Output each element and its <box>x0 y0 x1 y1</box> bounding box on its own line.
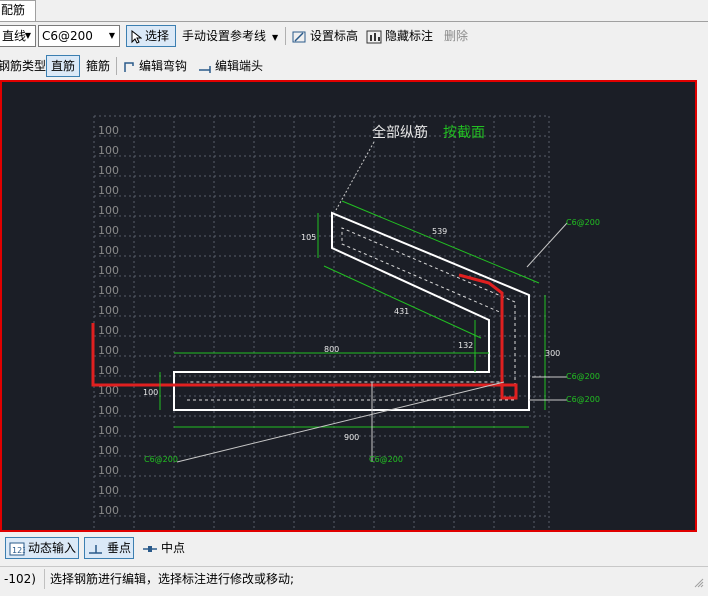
hide-annotation-label: 隐藏标注 <box>385 29 434 43</box>
grid-label: 100 <box>98 324 119 337</box>
drawing-canvas[interactable]: 100 100 100 100 100 100 100 100 100 100 100 100 100 1… <box>0 80 697 532</box>
rebar-type-toolbar: 钢筋类型: 直筋 箍筋 编辑弯钩 编辑端头 <box>0 53 708 79</box>
midpoint-button[interactable]: 中点 <box>139 537 185 559</box>
dim-line-539 <box>341 200 540 284</box>
delete-button[interactable]: 删除 <box>444 25 468 47</box>
end-icon <box>199 65 211 73</box>
rebar-label[interactable]: C6@200 <box>566 218 600 227</box>
perpendicular-button[interactable]: 垂点 <box>84 537 134 559</box>
hide-annotation-icon <box>366 30 382 43</box>
chevron-down-icon: ▼ <box>272 33 279 42</box>
status-divider <box>44 569 45 589</box>
grid-label: 100 <box>98 404 119 417</box>
edit-end-label: 编辑端头 <box>215 59 264 73</box>
grid-label: 100 <box>98 344 119 357</box>
select-button[interactable]: 选择 <box>126 25 176 47</box>
dim-300[interactable]: 300 <box>545 349 560 358</box>
dim-431[interactable]: 431 <box>394 307 409 316</box>
grid-label: 100 <box>98 284 119 297</box>
dynamic-input-icon: 123 <box>9 542 25 555</box>
grid-label: 100 <box>98 204 119 217</box>
leader-line <box>176 381 505 463</box>
toolbar-divider <box>116 57 117 75</box>
status-message: 选择钢筋进行编辑，选择标注进行修改或移动; <box>50 572 295 586</box>
grid: 100 100 100 100 100 100 100 100 100 100 100 100 100 1… <box>93 115 550 530</box>
hook-icon <box>124 61 134 72</box>
rebar-spec-select[interactable]: C6@200 ▼ <box>38 25 120 47</box>
grid-label: 100 <box>98 304 119 317</box>
rebar-label[interactable]: C6@200 <box>369 455 403 464</box>
dim-539[interactable]: 539 <box>432 227 447 236</box>
line-type-value: 直线 <box>2 29 27 43</box>
straight-rebar-label: 直筋 <box>50 59 75 73</box>
rebar-type-label: 钢筋类型: <box>0 59 51 73</box>
grid-label: 100 <box>98 504 119 517</box>
status-bar: -102) 选择钢筋进行编辑，选择标注进行修改或移动; <box>0 566 708 591</box>
grid-label: 100 <box>98 364 119 377</box>
grid-label: 100 <box>98 184 119 197</box>
grid-label: 100 <box>98 124 119 137</box>
tab-bar: 配筋 <box>0 0 708 22</box>
cursor-arrow-icon <box>131 29 142 44</box>
grid-label: 100 <box>98 244 119 257</box>
section-outline <box>173 211 530 411</box>
dynamic-input-label: 动态输入 <box>28 541 77 555</box>
set-elevation-label: 设置标高 <box>310 29 359 43</box>
toolbar-divider <box>285 27 286 45</box>
select-label: 选择 <box>145 29 170 43</box>
grid-label: 100 <box>98 424 119 437</box>
grid-label: 100 <box>98 464 119 477</box>
snap-toolbar: 123 动态输入 垂点 中点 <box>0 535 708 561</box>
perpendicular-icon <box>89 544 102 554</box>
ref-line-label: 手动设置参考线 <box>182 29 267 43</box>
chevron-down-icon: ▼ <box>108 31 115 40</box>
svg-text:123: 123 <box>12 546 25 555</box>
rebar-spec-value: C6@200 <box>42 29 93 43</box>
dim-900[interactable]: 900 <box>344 433 359 442</box>
coordinate-readout: -102) <box>4 572 36 586</box>
edit-hook-label: 编辑弯钩 <box>139 59 188 73</box>
hide-annotation-button[interactable]: 隐藏标注 <box>366 25 433 47</box>
set-elevation-button[interactable]: 设置标高 <box>291 25 358 47</box>
grid-label: 100 <box>98 144 119 157</box>
tab-reinforcement[interactable]: 配筋 <box>0 0 36 21</box>
dynamic-input-button[interactable]: 123 动态输入 <box>5 537 79 559</box>
midpoint-label: 中点 <box>161 541 186 555</box>
midpoint-icon <box>143 545 157 552</box>
rebar-label[interactable]: C6@200 <box>566 395 600 404</box>
grid-label: 100 <box>98 484 119 497</box>
by-section-label[interactable]: 按截面 <box>443 125 485 141</box>
ref-line-button[interactable]: 手动设置参考线 ▼ <box>182 25 278 47</box>
main-toolbar: 直线 ▼ C6@200 ▼ 选择 手动设置参考线 ▼ 设置标高 隐藏标注 删除 <box>0 23 708 49</box>
delete-label: 删除 <box>444 29 469 43</box>
grid-label: 100 <box>98 164 119 177</box>
dim-line-431 <box>323 265 482 339</box>
grid-label: 100 <box>98 444 119 457</box>
section-title: 全部纵筋 <box>372 124 428 141</box>
dim-132[interactable]: 132 <box>458 341 473 350</box>
elevation-icon <box>292 31 306 42</box>
dim-800[interactable]: 800 <box>324 345 339 354</box>
dim-105[interactable]: 105 <box>301 233 316 242</box>
rebar-label[interactable]: C6@200 <box>144 455 178 464</box>
edit-end-button[interactable]: 编辑端头 <box>198 55 263 77</box>
grid-label: 100 <box>98 224 119 237</box>
straight-rebar-button[interactable]: 直筋 <box>46 55 80 77</box>
rebar-label[interactable]: C6@200 <box>566 372 600 381</box>
line-type-select[interactable]: 直线 ▼ <box>0 25 36 47</box>
dim-100[interactable]: 100 <box>143 388 158 397</box>
edit-hook-button[interactable]: 编辑弯钩 <box>122 55 187 77</box>
chevron-down-icon: ▼ <box>24 31 31 40</box>
stirrup-button[interactable]: 箍筋 <box>86 55 110 77</box>
perpendicular-label: 垂点 <box>107 541 132 555</box>
rebar-inner-dashed <box>187 227 516 401</box>
leader-line <box>526 222 568 268</box>
resize-grip-icon[interactable] <box>694 578 704 588</box>
stirrup-label: 箍筋 <box>86 59 111 73</box>
grid-label: 100 <box>98 264 119 277</box>
drawing-svg: 100 100 100 100 100 100 100 100 100 100 100 100 100 1… <box>91 115 600 530</box>
